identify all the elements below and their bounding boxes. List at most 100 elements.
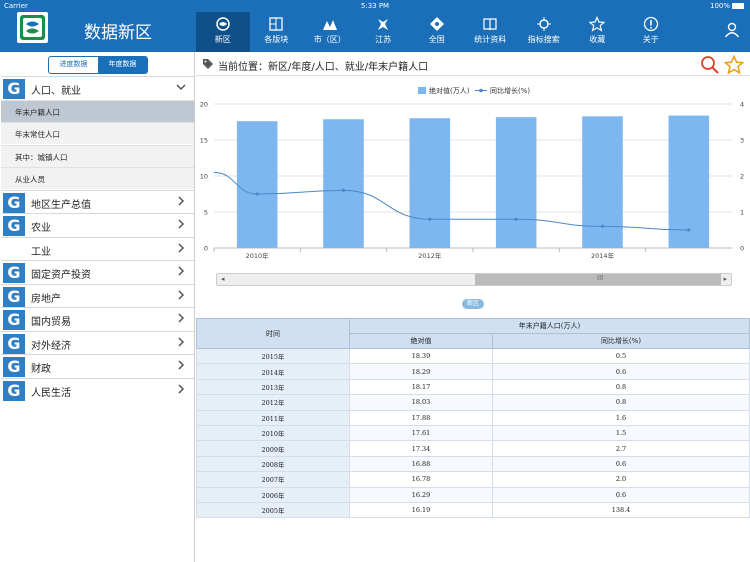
- category-item[interactable]: G 固定资产投资: [1, 260, 194, 283]
- legend-bar-label: 绝对值(万人): [429, 86, 470, 95]
- cell-growth: 0.5: [492, 347, 750, 365]
- breadcrumb-bar: 当前位置：新区/年度/人口、就业/年末户籍人口: [196, 52, 750, 76]
- cell-year: 2008年: [196, 455, 350, 473]
- nav-item-0[interactable]: 新区: [196, 12, 250, 52]
- jiangsu-icon: [357, 16, 411, 32]
- subcategory-item[interactable]: 年末户籍人口: [1, 99, 194, 122]
- y-right-tick-label: 1: [740, 209, 744, 217]
- y-left-tick-label: 20: [200, 101, 208, 109]
- cell-year: 2010年: [196, 424, 350, 442]
- subcategory-item[interactable]: 从业人员: [1, 167, 194, 189]
- table-row: 2007年 16.78 2.0: [196, 471, 750, 488]
- user-icon[interactable]: [724, 22, 740, 41]
- y-left-tick-label: 5: [204, 209, 208, 217]
- cell-growth: 2.7: [492, 440, 750, 457]
- population-chart: 绝对值(万人) 同比增长(%) 0 5 10 15 20 0 1 2 3 4 2010年 2012年 201…: [200, 86, 744, 260]
- cell-absolute: 18.17: [349, 378, 493, 396]
- nav-item-label: 江苏: [375, 35, 392, 44]
- cell-absolute: 16.29: [349, 486, 493, 503]
- scroll-left-arrow-icon[interactable]: ◂: [221, 275, 225, 283]
- cell-year: 2011年: [196, 409, 350, 426]
- cell-growth: 0.6: [492, 363, 750, 380]
- category-item[interactable]: G 地区生产总值: [1, 189, 194, 213]
- category-item[interactable]: G 国内贸易: [1, 307, 194, 330]
- category-item[interactable]: G 房地产: [1, 283, 194, 307]
- x-tick-label: 2010年: [246, 251, 270, 260]
- chevron-right-icon: [175, 242, 187, 257]
- category-item[interactable]: G 财政: [1, 354, 194, 377]
- chart-bar: [582, 116, 623, 248]
- status-bar: Carrier 5:33 PM 100%: [0, 0, 750, 12]
- y-right-tick-label: 3: [740, 137, 744, 145]
- nav-item-7[interactable]: 收藏: [571, 12, 625, 52]
- category-item[interactable]: G 对外经济: [1, 330, 194, 354]
- nav-item-6[interactable]: 指标搜索: [517, 12, 571, 52]
- scroll-right-arrow-icon[interactable]: ▸: [723, 275, 727, 283]
- category-population-employment[interactable]: G 人口、就业: [1, 76, 194, 99]
- category-label: 地区生产总值: [31, 199, 91, 211]
- subcategory-item[interactable]: 年末常住人口: [1, 122, 194, 144]
- segment-annual-data[interactable]: 年度数据: [98, 57, 147, 73]
- table-row: 2010年 17.61 1.5: [196, 424, 750, 442]
- category-g-icon: G: [3, 192, 25, 213]
- cell-year: 2014年: [196, 363, 350, 380]
- cell-year: 2007年: [196, 471, 350, 488]
- y-left-tick-label: 10: [200, 173, 208, 181]
- nav-item-4[interactable]: 全国: [410, 12, 464, 52]
- chevron-right-icon: [175, 265, 187, 280]
- y-left-tick-label: 0: [204, 245, 208, 253]
- category-g-icon: G: [3, 380, 25, 401]
- category-item[interactable]: G 农业: [1, 213, 194, 236]
- growth-point: [341, 188, 346, 192]
- subcategory-item[interactable]: 其中：城镇人口: [1, 144, 194, 167]
- cell-absolute: 17.34: [349, 440, 493, 457]
- sidebar: 进度数据 年度数据 G 人口、就业 年末户籍人口 年末常住人口其中：城镇人口 从业人员 G…: [0, 52, 195, 562]
- table-row: 2005年 16.19 138.4: [196, 501, 750, 519]
- cell-absolute: 16.19: [349, 501, 493, 519]
- x-tick-label: 2014年: [591, 251, 615, 260]
- nav-item-5[interactable]: 统计资料: [464, 12, 518, 52]
- category-item[interactable]: G 人民生活: [1, 377, 194, 401]
- category-label: 固定资产投资: [31, 270, 91, 281]
- growth-point: [514, 217, 518, 221]
- category-label: 人民生活: [31, 387, 71, 399]
- subcategory-label: 从业人员: [15, 175, 45, 184]
- growth-point: [600, 224, 605, 228]
- table-row: 2011年 17.88 1.6: [196, 409, 750, 426]
- category-g-icon: G: [3, 216, 25, 236]
- category-label: 对外经济: [31, 340, 71, 352]
- growth-point: [255, 192, 259, 196]
- category-g-icon: G: [3, 286, 25, 307]
- chevron-right-icon: [175, 312, 187, 327]
- growth-point: [428, 217, 432, 221]
- segment-progress-data[interactable]: 进度数据: [49, 57, 98, 73]
- chart-range-scrollbar[interactable]: ◂ III ▸: [216, 273, 732, 286]
- subcategory-label: 其中：城镇人口: [15, 152, 68, 162]
- cell-absolute: 17.61: [349, 424, 493, 442]
- search-icon[interactable]: [700, 55, 720, 78]
- category-item[interactable]: 工业: [1, 236, 194, 260]
- nav-item-8[interactable]: 关于: [624, 12, 678, 52]
- favorite-star-icon[interactable]: [723, 54, 745, 78]
- chevron-right-icon: [175, 218, 187, 233]
- zone-pill-label[interactable]: 新区: [462, 299, 484, 309]
- y-left-tick-label: 15: [200, 137, 208, 145]
- nav-item-label: 新区: [214, 35, 231, 44]
- cell-year: 2009年: [196, 440, 350, 457]
- cell-year: 2006年: [196, 486, 350, 503]
- cell-growth: 0.8: [492, 394, 750, 411]
- table-row: 2006年 16.29 0.6: [196, 486, 750, 503]
- category-label: 工业: [31, 246, 51, 258]
- chevron-right-icon: [175, 195, 187, 210]
- battery-percent: 100%: [709, 2, 730, 10]
- nav-item-2[interactable]: 市（区）: [303, 12, 357, 52]
- nav-item-3[interactable]: 江苏: [357, 12, 411, 52]
- chart-bar: [668, 115, 710, 248]
- nav-item-label: 收藏: [589, 35, 606, 44]
- tag-icon: [202, 58, 214, 73]
- nav-item-1[interactable]: 各版块: [250, 12, 304, 52]
- legend-bar-swatch: [418, 87, 426, 94]
- y-right-tick-label: 2: [740, 173, 744, 181]
- cell-growth: 138.4: [492, 501, 750, 519]
- battery-icon: [732, 3, 744, 9]
